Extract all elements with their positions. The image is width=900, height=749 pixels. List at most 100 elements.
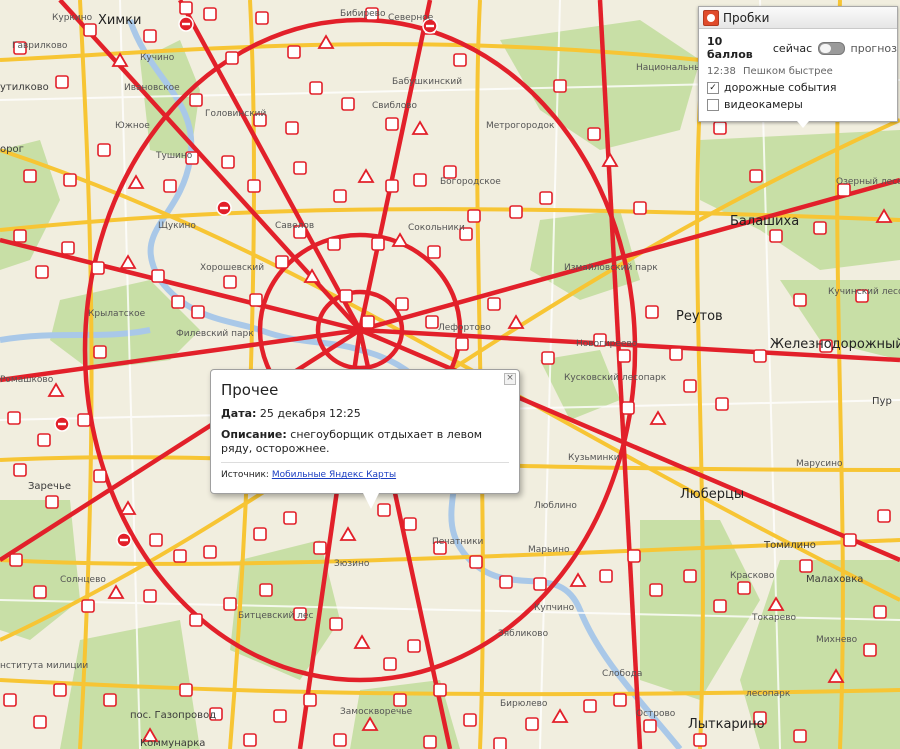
accident-icon[interactable] (361, 315, 375, 329)
accident-icon[interactable] (35, 265, 49, 279)
accident-icon[interactable] (33, 585, 47, 599)
accident-icon[interactable] (329, 617, 343, 631)
accident-icon[interactable] (97, 143, 111, 157)
accident-icon[interactable] (189, 93, 203, 107)
accident-icon[interactable] (539, 191, 553, 205)
accident-icon[interactable] (715, 397, 729, 411)
accident-icon[interactable] (293, 161, 307, 175)
accident-icon[interactable] (377, 503, 391, 517)
accident-icon[interactable] (149, 533, 163, 547)
accident-icon[interactable] (333, 189, 347, 203)
accident-icon[interactable] (221, 155, 235, 169)
accident-icon[interactable] (203, 545, 217, 559)
accident-icon[interactable] (793, 729, 807, 743)
accident-icon[interactable] (55, 75, 69, 89)
accident-icon[interactable] (769, 229, 783, 243)
accident-icon[interactable] (93, 469, 107, 483)
accident-icon[interactable] (877, 509, 891, 523)
accident-icon[interactable] (627, 549, 641, 563)
traffic-panel-header[interactable]: Пробки (699, 7, 897, 29)
accident-icon[interactable] (713, 599, 727, 613)
accident-icon[interactable] (617, 349, 631, 363)
accident-icon[interactable] (171, 295, 185, 309)
accident-icon[interactable] (287, 45, 301, 59)
road-events-checkbox[interactable]: ✓ (707, 81, 719, 94)
accident-icon[interactable] (643, 719, 657, 733)
accident-icon[interactable] (203, 7, 217, 21)
accident-icon[interactable] (423, 735, 437, 749)
accident-icon[interactable] (303, 693, 317, 707)
accident-icon[interactable] (599, 569, 613, 583)
accident-icon[interactable] (81, 599, 95, 613)
accident-icon[interactable] (793, 293, 807, 307)
accident-icon[interactable] (425, 315, 439, 329)
accident-icon[interactable] (613, 693, 627, 707)
accident-icon[interactable] (247, 179, 261, 193)
layer-cameras[interactable]: видеокамеры (699, 94, 897, 111)
accident-icon[interactable] (179, 1, 193, 15)
accident-icon[interactable] (371, 237, 385, 251)
accident-icon[interactable] (309, 81, 323, 95)
accident-icon[interactable] (9, 553, 23, 567)
accident-icon[interactable] (253, 527, 267, 541)
accident-icon[interactable] (143, 29, 157, 43)
accident-icon[interactable] (7, 411, 21, 425)
accident-icon[interactable] (737, 581, 751, 595)
accident-icon[interactable] (683, 569, 697, 583)
accident-icon[interactable] (249, 293, 263, 307)
close-icon[interactable]: × (504, 373, 516, 385)
accident-icon[interactable] (493, 737, 507, 749)
accident-icon[interactable] (63, 173, 77, 187)
now-label[interactable]: сейчас (773, 42, 812, 55)
accident-icon[interactable] (427, 245, 441, 259)
forecast-label[interactable]: прогноз (851, 42, 897, 55)
accident-icon[interactable] (455, 337, 469, 351)
accident-icon[interactable] (863, 643, 877, 657)
accident-icon[interactable] (525, 717, 539, 731)
accident-icon[interactable] (53, 683, 67, 697)
traffic-light-icon[interactable] (703, 9, 719, 26)
accident-icon[interactable] (255, 11, 269, 25)
accident-icon[interactable] (61, 241, 75, 255)
accident-icon[interactable] (533, 577, 547, 591)
accident-icon[interactable] (333, 733, 347, 747)
accident-icon[interactable] (713, 121, 727, 135)
accident-icon[interactable] (151, 269, 165, 283)
cameras-label[interactable]: видеокамеры (724, 98, 803, 111)
accident-icon[interactable] (413, 173, 427, 187)
accident-icon[interactable] (3, 693, 17, 707)
accident-icon[interactable] (509, 205, 523, 219)
accident-icon[interactable] (189, 613, 203, 627)
accident-icon[interactable] (243, 733, 257, 747)
accident-icon[interactable] (583, 699, 597, 713)
accident-icon[interactable] (633, 201, 647, 215)
accident-icon[interactable] (669, 347, 683, 361)
accident-icon[interactable] (223, 597, 237, 611)
accident-icon[interactable] (91, 261, 105, 275)
accident-icon[interactable] (179, 683, 193, 697)
accident-icon[interactable] (753, 349, 767, 363)
accident-icon[interactable] (467, 209, 481, 223)
layer-road-events[interactable]: ✓ дорожные события (699, 77, 897, 94)
accident-icon[interactable] (259, 583, 273, 597)
accident-icon[interactable] (541, 351, 555, 365)
accident-icon[interactable] (93, 345, 107, 359)
accident-icon[interactable] (37, 433, 51, 447)
accident-icon[interactable] (83, 23, 97, 37)
accident-icon[interactable] (45, 495, 59, 509)
accident-icon[interactable] (23, 169, 37, 183)
accident-icon[interactable] (385, 117, 399, 131)
accident-icon[interactable] (223, 275, 237, 289)
accident-icon[interactable] (339, 289, 353, 303)
accident-icon[interactable] (341, 97, 355, 111)
accident-icon[interactable] (469, 555, 483, 569)
road-events-label[interactable]: дорожные события (724, 81, 837, 94)
accident-icon[interactable] (103, 693, 117, 707)
accident-icon[interactable] (813, 221, 827, 235)
accident-icon[interactable] (395, 297, 409, 311)
accident-icon[interactable] (649, 583, 663, 597)
accident-icon[interactable] (403, 517, 417, 531)
accident-icon[interactable] (453, 53, 467, 67)
accident-icon[interactable] (433, 683, 447, 697)
accident-icon[interactable] (283, 511, 297, 525)
